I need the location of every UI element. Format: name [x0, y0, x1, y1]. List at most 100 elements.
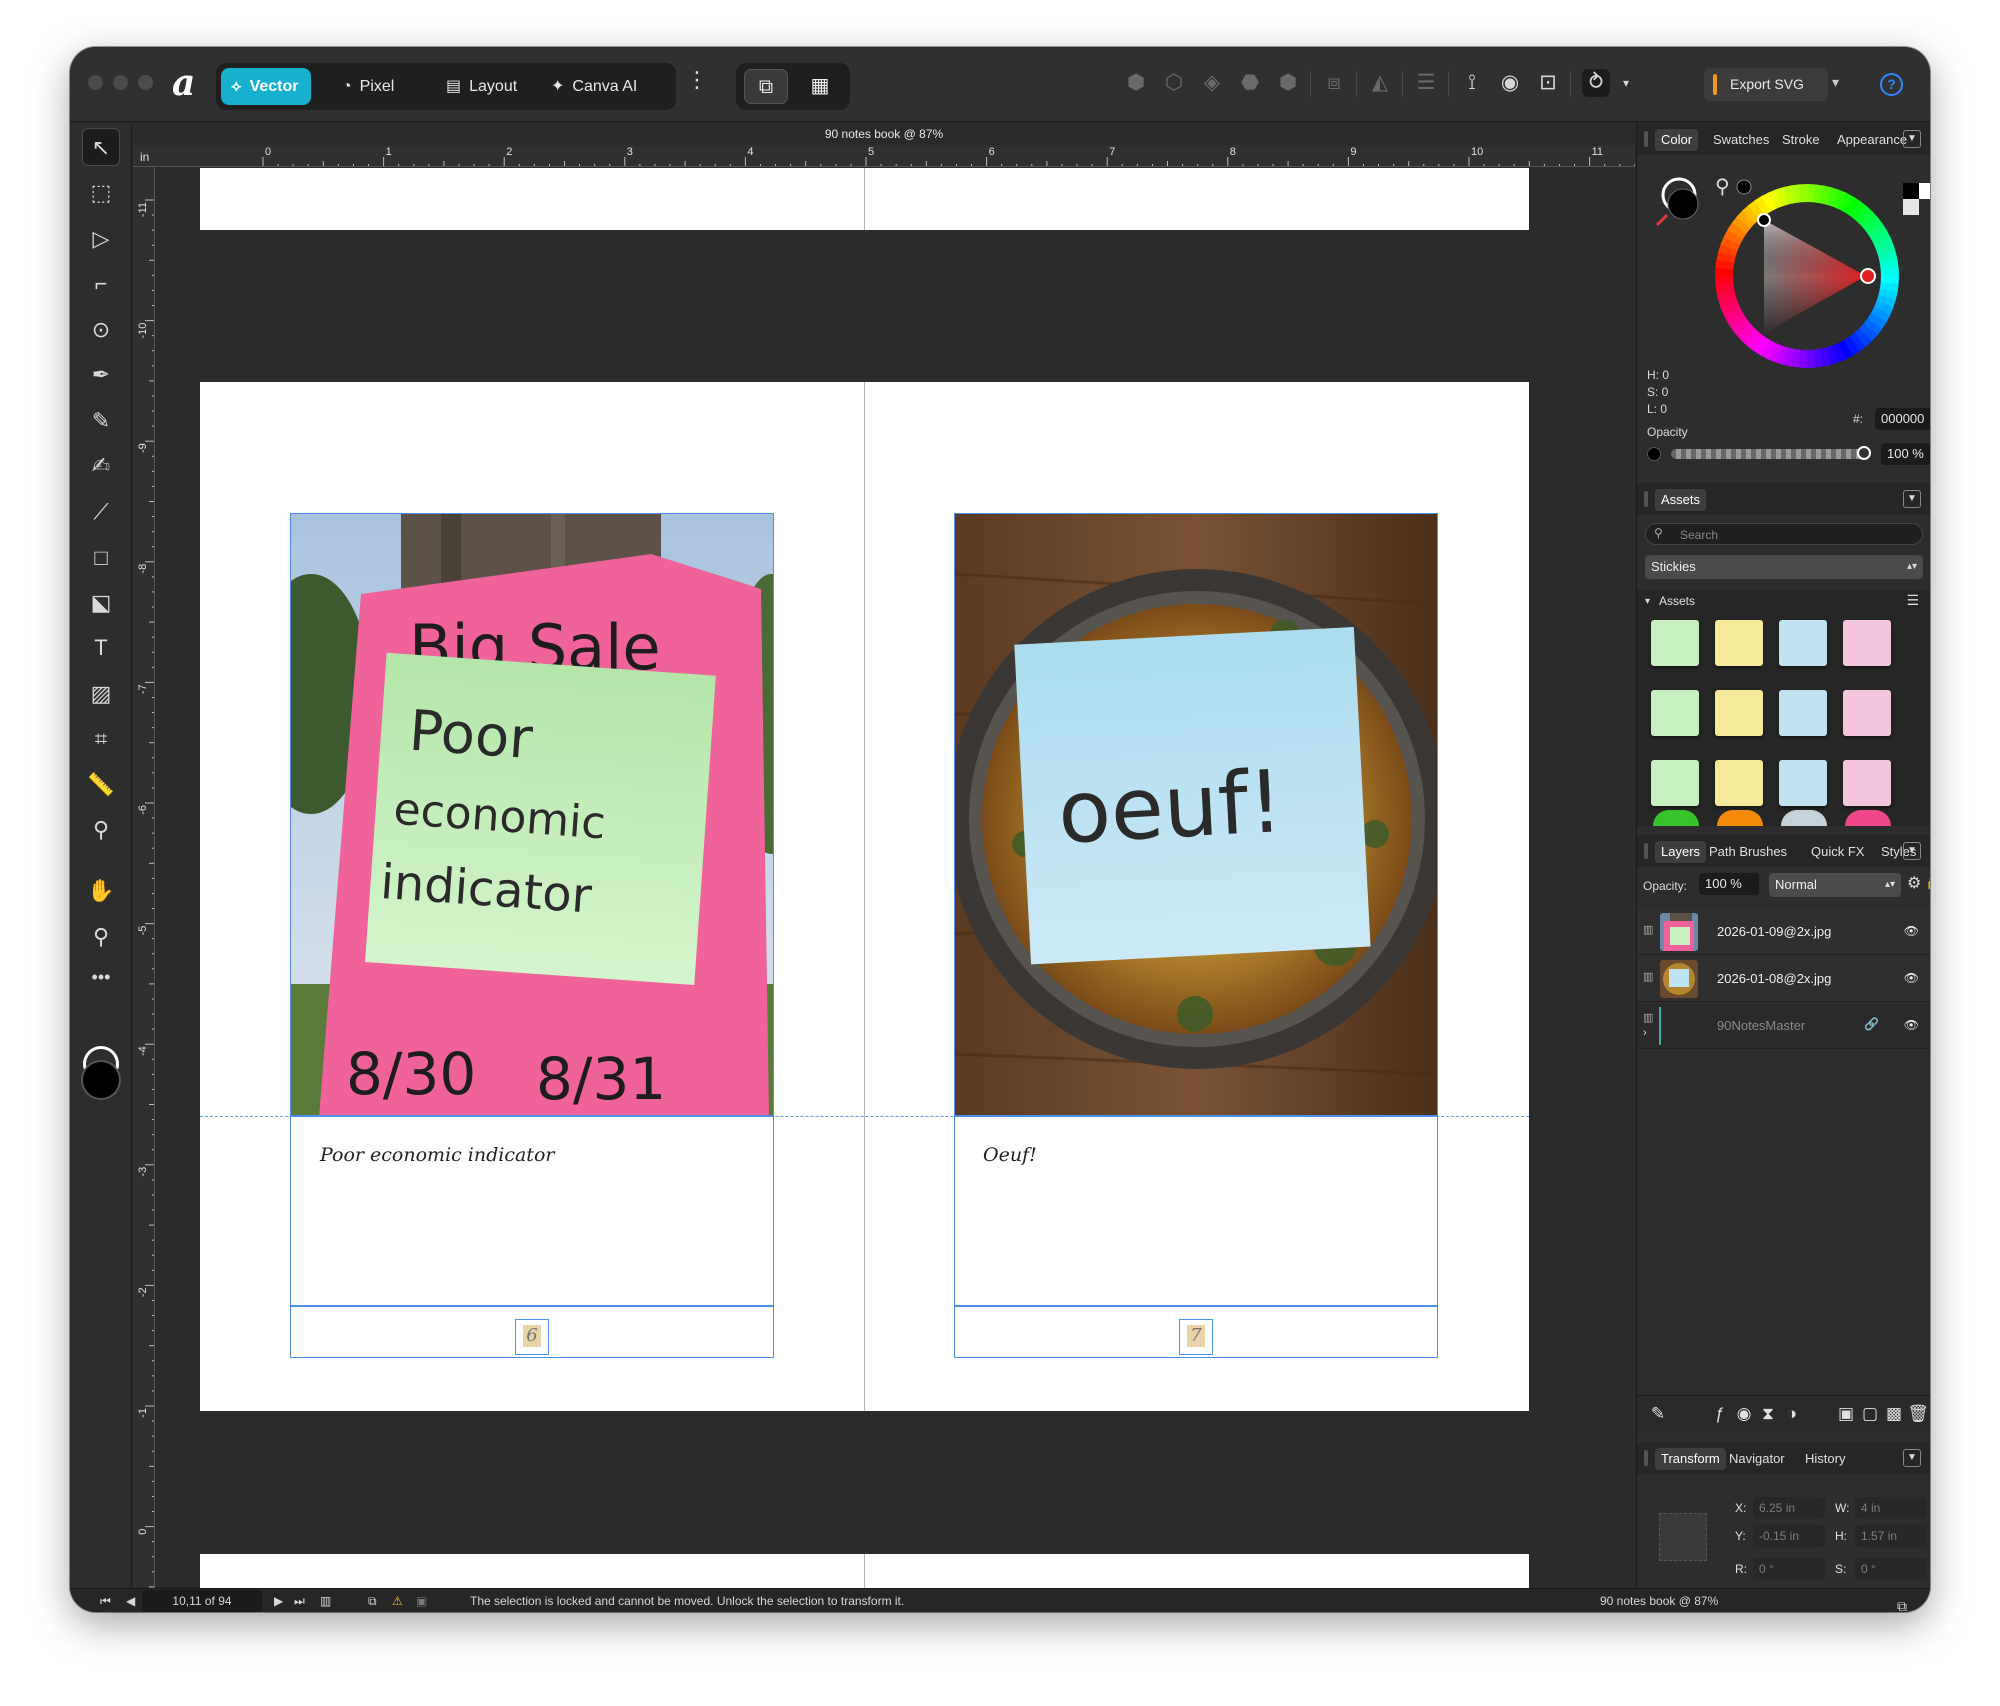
- checker-icon[interactable]: ▩: [1883, 1403, 1905, 1425]
- panel-grip[interactable]: [1644, 1450, 1648, 1466]
- smart-stroke-icon[interactable]: ⥁: [1582, 69, 1610, 97]
- rectangle-tool-icon[interactable]: □: [82, 539, 120, 577]
- tab-history[interactable]: History: [1799, 1448, 1851, 1470]
- fx-icon[interactable]: ƒ: [1709, 1403, 1731, 1425]
- sticker-swatch[interactable]: [1845, 810, 1891, 826]
- sticky-swatch[interactable]: [1715, 760, 1763, 806]
- w-input[interactable]: 4 in: [1855, 1497, 1927, 1519]
- shear-input[interactable]: 0 °: [1855, 1558, 1927, 1580]
- affinity-logo-icon[interactable]: a: [172, 65, 195, 101]
- pencil-tool-icon[interactable]: ✎: [82, 402, 120, 440]
- panel-menu-chevron-icon[interactable]: ▼: [1903, 842, 1921, 860]
- sticky-swatch[interactable]: [1651, 620, 1699, 666]
- sticky-swatch[interactable]: [1843, 760, 1891, 806]
- flip-icon[interactable]: ◭: [1366, 69, 1394, 97]
- lock-icon[interactable]: 🔒: [1925, 875, 1930, 891]
- page-indicator[interactable]: 10,11 of 94: [142, 1590, 262, 1612]
- opacity-input[interactable]: 100 %: [1881, 443, 1930, 465]
- more-tools-icon[interactable]: •••: [82, 958, 120, 996]
- layer-row[interactable]: ▥ 2026-01-09@2x.jpg 👁: [1637, 909, 1930, 955]
- expand-chevron-icon[interactable]: ›: [1643, 1027, 1647, 1039]
- subtract-boolean-icon[interactable]: ⬡: [1160, 69, 1188, 97]
- zoom-window-button[interactable]: [138, 75, 153, 90]
- pen-tool-icon[interactable]: ✒: [82, 356, 120, 394]
- layer-name[interactable]: 2026-01-09@2x.jpg: [1717, 909, 1831, 955]
- layer-name[interactable]: 2026-01-08@2x.jpg: [1717, 956, 1831, 1002]
- hand-tool-icon[interactable]: ✋: [82, 872, 120, 910]
- text-tool-icon[interactable]: T: [82, 629, 120, 667]
- pixel-persona-button[interactable]: ◔ Pixel: [332, 68, 406, 105]
- more-options-icon[interactable]: ⋮: [686, 69, 708, 91]
- xor-boolean-icon[interactable]: ⬣: [1236, 69, 1264, 97]
- picked-color-icon[interactable]: [1736, 179, 1752, 195]
- panel-grip[interactable]: [1644, 131, 1648, 147]
- caption-left[interactable]: Poor economic indicator: [320, 1144, 554, 1166]
- page-number-left[interactable]: 6: [515, 1319, 549, 1355]
- crop-tool-icon[interactable]: ⌗: [82, 720, 120, 758]
- panel-menu-chevron-icon[interactable]: ▼: [1903, 1449, 1921, 1467]
- tab-swatches[interactable]: Swatches: [1707, 129, 1775, 151]
- edit-icon[interactable]: ✎: [1647, 1403, 1669, 1425]
- hex-input[interactable]: 000000: [1875, 408, 1930, 430]
- node-tool-icon[interactable]: ▷: [82, 220, 120, 258]
- light-swatch[interactable]: [1903, 199, 1919, 215]
- last-page-icon[interactable]: ⏭: [294, 1589, 305, 1612]
- assets-category-select[interactable]: Stickies ▴▾: [1645, 555, 1923, 579]
- tab-transform[interactable]: Transform: [1655, 1448, 1726, 1470]
- color-wheel[interactable]: ⚲: [1643, 163, 1930, 373]
- sticky-swatch[interactable]: [1779, 620, 1827, 666]
- adjustment-icon[interactable]: ⧗: [1757, 1403, 1779, 1425]
- x-input[interactable]: 6.25 in: [1753, 1497, 1825, 1519]
- page-number-right[interactable]: 7: [1179, 1319, 1213, 1355]
- move-tool-icon[interactable]: ↖: [82, 128, 120, 166]
- panel-grip[interactable]: [1644, 843, 1648, 859]
- fill-tool-icon[interactable]: ⟋: [82, 493, 120, 531]
- intersect-boolean-icon[interactable]: ◈: [1198, 69, 1226, 97]
- anchor-selector[interactable]: [1659, 1513, 1707, 1561]
- black-swatch[interactable]: [1903, 183, 1919, 199]
- trash-icon[interactable]: 🗑: [1907, 1403, 1929, 1425]
- mask-icon[interactable]: ◉: [1733, 1403, 1755, 1425]
- fill-color-icon[interactable]: [1667, 188, 1699, 220]
- eyedropper-icon[interactable]: ⚲: [1715, 176, 1730, 198]
- export-button[interactable]: Export SVG: [1704, 68, 1828, 101]
- live-filter-icon[interactable]: ◑: [1781, 1403, 1803, 1425]
- fill-stroke-well[interactable]: [81, 1046, 121, 1100]
- shape-builder-icon[interactable]: ⊙: [82, 311, 120, 349]
- layer-row[interactable]: ▥ › 90NotesMaster 🔗 👁: [1637, 1003, 1930, 1049]
- vector-brush-tool-icon[interactable]: ✍: [82, 447, 120, 485]
- opacity-slider[interactable]: [1671, 449, 1867, 459]
- panel-grip[interactable]: [1644, 491, 1648, 507]
- sticker-swatch[interactable]: [1653, 810, 1699, 826]
- measure-tool-icon[interactable]: 📏: [82, 766, 120, 804]
- minimize-window-button[interactable]: [113, 75, 128, 90]
- vertical-ruler[interactable]: -11 -10 -9 -8 -7 -6 -5 -4 -3 -2 -1 0: [133, 167, 155, 1588]
- next-page-icon[interactable]: ▶: [274, 1589, 283, 1612]
- gear-icon[interactable]: ⚙: [1907, 873, 1921, 893]
- sticky-swatch[interactable]: [1715, 620, 1763, 666]
- align-icon[interactable]: ☰: [1412, 69, 1440, 97]
- export-chevron-icon[interactable]: ▾: [1832, 74, 1839, 91]
- text-frame-mode-button[interactable]: ⧉: [744, 69, 788, 104]
- image-tool-icon[interactable]: ▨: [82, 675, 120, 713]
- eye-icon[interactable]: 👁: [1904, 971, 1919, 985]
- horizontal-ruler[interactable]: 0 1 2 3 4 5 6 7 8 9 10 11: [133, 145, 1635, 167]
- eye-icon[interactable]: 👁: [1904, 924, 1919, 938]
- photo-frame-big-sale[interactable]: Big Sale 8/30 8/31 Poor economic indicat…: [290, 513, 774, 1116]
- sticker-swatch[interactable]: [1717, 810, 1763, 826]
- canva-ai-persona-button[interactable]: ✦ Canva AI: [541, 68, 649, 105]
- pages-icon[interactable]: ▥: [320, 1589, 331, 1612]
- tab-navigator[interactable]: Navigator: [1723, 1448, 1791, 1470]
- layer-opacity-input[interactable]: 100 %: [1699, 873, 1759, 895]
- snap-to-object-icon[interactable]: ◉: [1496, 69, 1524, 97]
- close-window-button[interactable]: [88, 75, 103, 90]
- photo-frame-oeuf[interactable]: oeuf!: [954, 513, 1438, 1116]
- help-icon[interactable]: ?: [1880, 73, 1903, 96]
- sticky-swatch[interactable]: [1779, 760, 1827, 806]
- sticky-swatch[interactable]: [1843, 620, 1891, 666]
- chevron-down-icon[interactable]: ▾: [1645, 596, 1650, 607]
- layout-persona-button[interactable]: ▤ Layout: [436, 68, 529, 105]
- sticky-swatch[interactable]: [1651, 690, 1699, 736]
- vector-persona-button[interactable]: ⟡ Vector: [221, 68, 311, 105]
- info-icon[interactable]: ▣: [416, 1589, 427, 1612]
